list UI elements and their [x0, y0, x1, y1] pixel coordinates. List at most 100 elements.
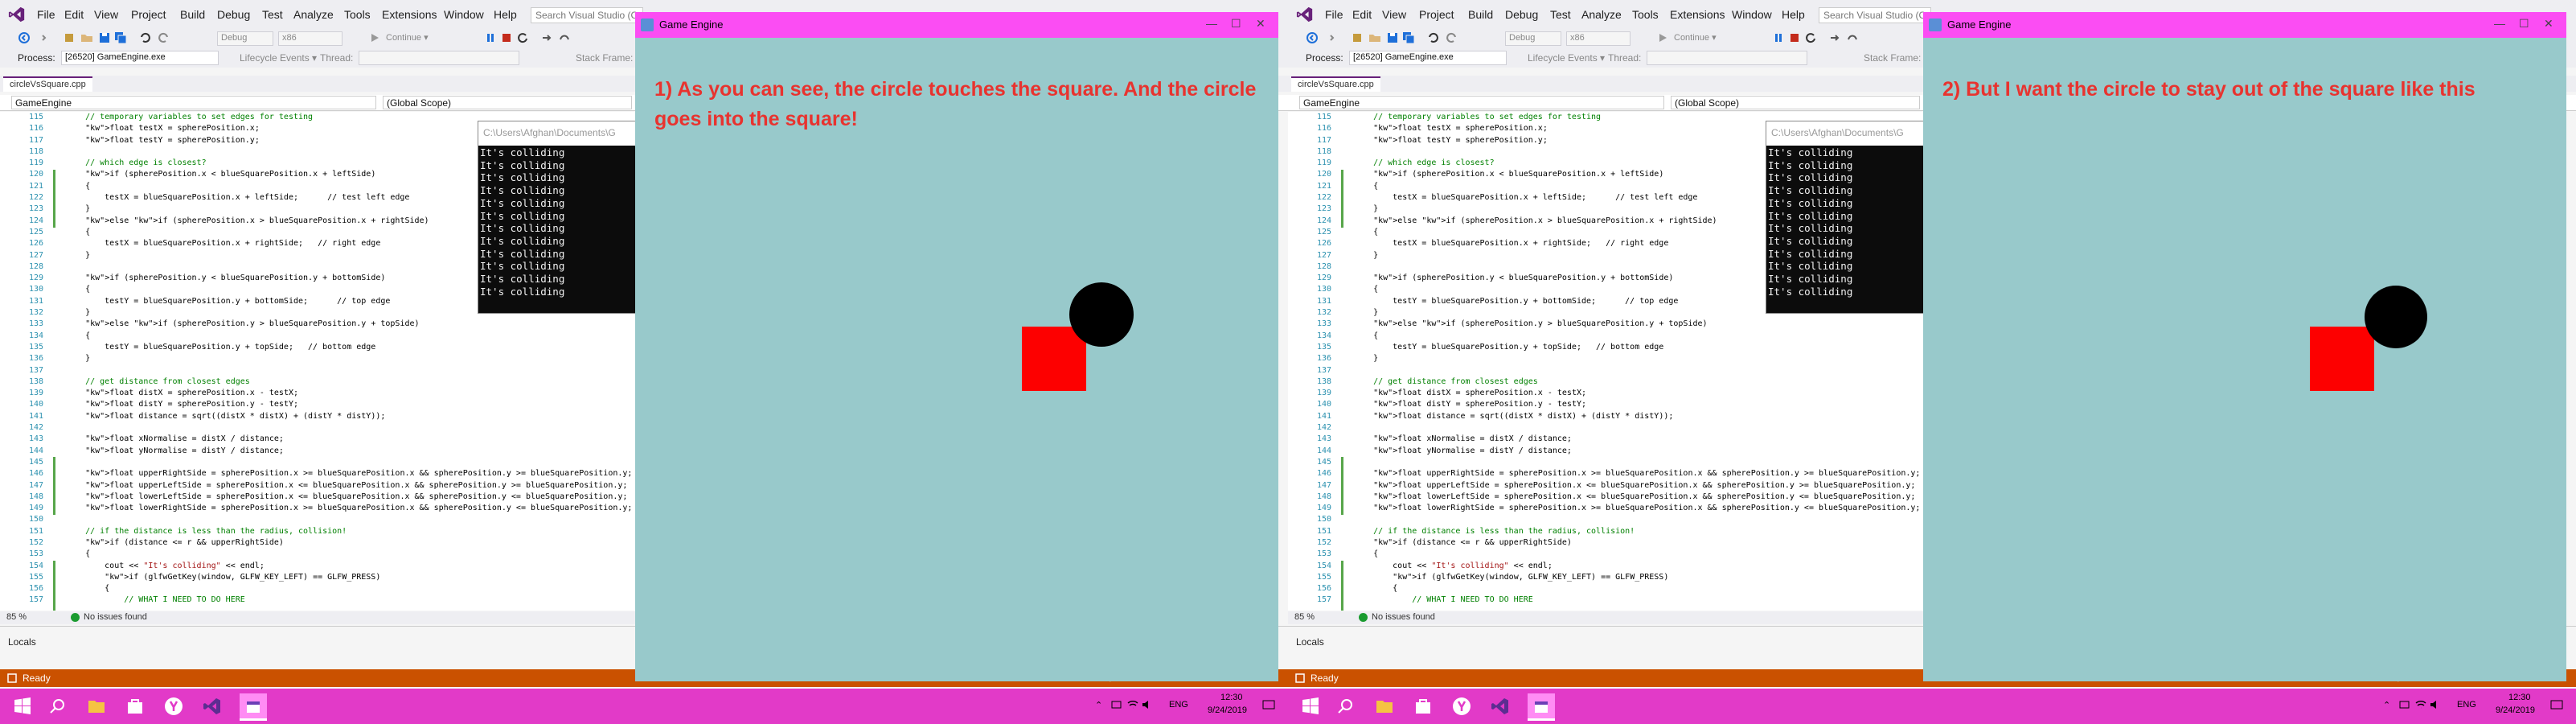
menu-edit[interactable]: Edit: [1352, 8, 1372, 21]
menu-project[interactable]: Project: [1419, 8, 1454, 21]
platform-select[interactable]: x86: [278, 31, 343, 46]
back-icon[interactable]: [18, 31, 31, 44]
process-select[interactable]: [26520] GameEngine.exe: [1349, 51, 1507, 65]
tray-up-arrow-icon[interactable]: ⌃: [1095, 700, 1102, 710]
redo-icon[interactable]: [158, 31, 170, 44]
close-icon[interactable]: ✕: [1256, 17, 1265, 31]
windows-start-icon[interactable]: [1301, 697, 1320, 716]
taskbar-time[interactable]: 12:30: [1220, 693, 1243, 702]
stop-icon[interactable]: [1788, 31, 1801, 44]
menu-help[interactable]: Help: [1782, 8, 1805, 21]
back-icon[interactable]: [1306, 31, 1319, 44]
thread-select[interactable]: [1647, 51, 1807, 65]
save-icon[interactable]: [98, 31, 111, 44]
continue-icon[interactable]: [1656, 31, 1669, 44]
forward-icon[interactable]: [1325, 31, 1338, 44]
menu-project[interactable]: Project: [131, 8, 166, 21]
file-tab[interactable]: circleVsSquare.cpp: [1291, 76, 1380, 92]
pause-icon[interactable]: [1772, 31, 1785, 44]
menu-build[interactable]: Build: [1468, 8, 1493, 21]
step-icon[interactable]: [1828, 31, 1841, 44]
redo-icon[interactable]: [1446, 31, 1458, 44]
restart-icon[interactable]: [1804, 31, 1817, 44]
undo-icon[interactable]: [1426, 31, 1439, 44]
zoom-level[interactable]: 85 %: [6, 612, 27, 622]
language-indicator[interactable]: ENG: [1169, 700, 1188, 710]
game-engine-window[interactable]: Game Engine — ☐ ✕ 1) As you can see, the…: [635, 12, 1278, 681]
menu-tools[interactable]: Tools: [1632, 8, 1659, 21]
yandex-browser-icon[interactable]: [164, 697, 183, 716]
game-canvas[interactable]: 1) As you can see, the circle touches th…: [635, 38, 1278, 681]
volume-icon[interactable]: [1142, 700, 1153, 710]
notification-center-icon[interactable]: [2550, 700, 2563, 711]
menu-window[interactable]: Window: [444, 8, 484, 21]
menu-tools[interactable]: Tools: [344, 8, 371, 21]
new-project-icon[interactable]: [1351, 31, 1364, 44]
new-project-icon[interactable]: [63, 31, 76, 44]
battery-icon[interactable]: [2399, 700, 2410, 710]
search-icon[interactable]: [1336, 697, 1356, 716]
file-explorer-icon[interactable]: [87, 697, 106, 716]
network-icon[interactable]: [2415, 700, 2426, 710]
menu-file[interactable]: File: [37, 8, 55, 21]
scope-select[interactable]: (Global Scope): [1671, 96, 1920, 109]
lifecycle-events-button[interactable]: Lifecycle Events ▾: [240, 52, 317, 64]
game-engine-taskbar-icon[interactable]: [1528, 693, 1555, 721]
menu-analyze[interactable]: Analyze: [293, 8, 334, 21]
volume-icon[interactable]: [2430, 700, 2441, 710]
configuration-select[interactable]: Debug: [217, 31, 273, 46]
lifecycle-events-button[interactable]: Lifecycle Events ▾: [1528, 52, 1605, 64]
language-indicator[interactable]: ENG: [2457, 700, 2476, 710]
save-all-icon[interactable]: [1402, 31, 1415, 44]
forward-icon[interactable]: [37, 31, 50, 44]
file-tab[interactable]: circleVsSquare.cpp: [3, 76, 92, 92]
minimize-icon[interactable]: —: [1206, 17, 1217, 30]
battery-icon[interactable]: [1111, 700, 1122, 710]
visual-studio-icon[interactable]: [203, 697, 222, 716]
close-icon[interactable]: ✕: [2544, 17, 2553, 31]
configuration-select[interactable]: Debug: [1505, 31, 1561, 46]
scope-select[interactable]: (Global Scope): [383, 96, 632, 109]
taskbar-time[interactable]: 12:30: [2508, 693, 2531, 702]
menu-test[interactable]: Test: [1550, 8, 1571, 21]
network-icon[interactable]: [1127, 700, 1138, 710]
store-icon[interactable]: [1413, 697, 1433, 716]
zoom-level[interactable]: 85 %: [1294, 612, 1315, 622]
console-window[interactable]: C:\Users\Afghan\Documents\G It's collidi…: [478, 121, 638, 314]
menu-build[interactable]: Build: [180, 8, 205, 21]
project-select[interactable]: GameEngine: [11, 96, 376, 109]
menu-extensions[interactable]: Extensions: [382, 8, 437, 21]
file-explorer-icon[interactable]: [1375, 697, 1394, 716]
process-select[interactable]: [26520] GameEngine.exe: [61, 51, 219, 65]
thread-select[interactable]: [359, 51, 519, 65]
search-input[interactable]: Search Visual Studio (Ctrl+Q): [531, 7, 643, 23]
stop-icon[interactable]: [500, 31, 513, 44]
menu-file[interactable]: File: [1325, 8, 1343, 21]
minimize-icon[interactable]: —: [2494, 17, 2505, 30]
menu-view[interactable]: View: [94, 8, 118, 21]
game-canvas[interactable]: 2) But I want the circle to stay out of …: [1923, 38, 2566, 681]
step-over-icon[interactable]: [1846, 31, 1859, 44]
step-over-icon[interactable]: [558, 31, 571, 44]
taskbar-date[interactable]: 9/24/2019: [2496, 705, 2535, 715]
store-icon[interactable]: [125, 697, 145, 716]
windows-start-icon[interactable]: [13, 697, 32, 716]
open-folder-icon[interactable]: [1368, 31, 1381, 44]
menu-extensions[interactable]: Extensions: [1670, 8, 1725, 21]
continue-icon[interactable]: [368, 31, 381, 44]
open-folder-icon[interactable]: [80, 31, 93, 44]
project-select[interactable]: GameEngine: [1299, 96, 1664, 109]
search-input[interactable]: Search Visual Studio (Ctrl+Q): [1819, 7, 1931, 23]
search-icon[interactable]: [48, 697, 68, 716]
tray-up-arrow-icon[interactable]: ⌃: [2383, 700, 2390, 710]
save-icon[interactable]: [1386, 31, 1399, 44]
yandex-browser-icon[interactable]: [1452, 697, 1471, 716]
menu-window[interactable]: Window: [1732, 8, 1772, 21]
continue-button[interactable]: Continue ▾: [1671, 31, 1720, 46]
taskbar-date[interactable]: 9/24/2019: [1208, 705, 1247, 715]
platform-select[interactable]: x86: [1566, 31, 1631, 46]
game-engine-taskbar-icon[interactable]: [240, 693, 267, 721]
undo-icon[interactable]: [138, 31, 151, 44]
menu-view[interactable]: View: [1382, 8, 1406, 21]
menu-help[interactable]: Help: [494, 8, 517, 21]
